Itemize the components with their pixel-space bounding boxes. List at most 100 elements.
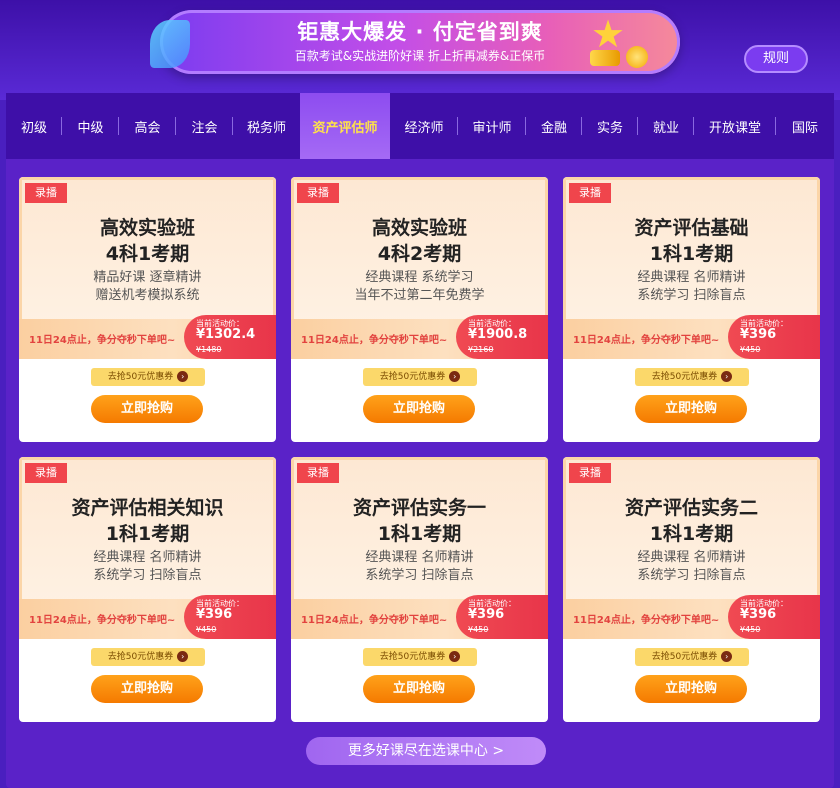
promo-banner[interactable]: 钜惠大爆发 · 付定省到爽 百款考试&实战进阶好课 折上折再减券&正保币 ★ bbox=[150, 10, 680, 74]
card-title-sub: 1科1考期 bbox=[377, 523, 462, 545]
old-price: ¥450 bbox=[196, 625, 217, 634]
card-desc: 系统学习 扫除盲点 bbox=[93, 568, 202, 583]
course-card[interactable]: 录播 高效实验班 4科2考期 经典课程 系统学习 当年不过第二年免费学 11日2… bbox=[291, 177, 548, 442]
course-card[interactable]: 录播 资产评估相关知识 1科1考期 经典课程 名师精讲 系统学习 扫除盲点 11… bbox=[19, 457, 276, 722]
price-badge: 当前活动价： ¥396 ¥450 bbox=[728, 315, 820, 359]
card-desc: 系统学习 扫除盲点 bbox=[637, 288, 746, 303]
tab-jiuye[interactable]: 就业 bbox=[638, 93, 694, 159]
tab-label: 审计师 bbox=[472, 120, 512, 136]
recorded-tag: 录播 bbox=[297, 183, 339, 203]
course-card[interactable]: 录播 资产评估基础 1科1考期 经典课程 名师精讲 系统学习 扫除盲点 11日2… bbox=[563, 177, 820, 442]
coin-stack-icon bbox=[590, 50, 620, 66]
coupon-button[interactable]: 去抢50元优惠券 › bbox=[635, 648, 749, 666]
buy-now-button[interactable]: 立即抢购 bbox=[363, 675, 475, 703]
price-value: ¥1900.8 bbox=[468, 327, 528, 342]
buy-now-button[interactable]: 立即抢购 bbox=[91, 395, 203, 423]
buy-now-button[interactable]: 立即抢购 bbox=[91, 675, 203, 703]
card-title: 高效实验班 bbox=[371, 217, 467, 239]
tab-label: 高会 bbox=[134, 120, 161, 136]
more-courses-button[interactable]: 更多好课尽在选课中心 > bbox=[306, 737, 546, 765]
recorded-tag: 录播 bbox=[25, 183, 67, 203]
buy-now-button[interactable]: 立即抢购 bbox=[363, 395, 475, 423]
coupon-button[interactable]: 去抢50元优惠券 › bbox=[91, 648, 205, 666]
rules-button[interactable]: 规则 bbox=[744, 45, 808, 73]
card-desc: 精品好课 逐章精讲 bbox=[93, 270, 202, 285]
price-value: ¥1302.4 bbox=[196, 327, 256, 342]
coupon-label: 去抢50元优惠券 bbox=[651, 372, 718, 382]
coupon-label: 去抢50元优惠券 bbox=[107, 372, 174, 382]
coupon-button[interactable]: 去抢50元优惠券 › bbox=[91, 368, 205, 386]
price-badge: 当前活动价： ¥396 ¥450 bbox=[456, 595, 548, 639]
coupon-button[interactable]: 去抢50元优惠券 › bbox=[635, 368, 749, 386]
price-value: ¥396 bbox=[468, 607, 505, 622]
arrow-right-icon: › bbox=[449, 651, 461, 662]
tab-kaifangketang[interactable]: 开放课堂 bbox=[694, 93, 776, 159]
tab-gaohui[interactable]: 高会 bbox=[119, 93, 176, 159]
buy-now-button[interactable]: 立即抢购 bbox=[635, 675, 747, 703]
promo-text: 11日24点止，争分夺秒下单吧~ bbox=[301, 335, 448, 346]
tab-zichanpinggushi[interactable]: 资产评估师 bbox=[300, 93, 390, 159]
coupon-button[interactable]: 去抢50元优惠券 › bbox=[363, 368, 477, 386]
promo-text: 11日24点止，争分夺秒下单吧~ bbox=[573, 615, 720, 626]
tab-shenjishi[interactable]: 审计师 bbox=[458, 93, 526, 159]
card-desc: 经典课程 系统学习 bbox=[365, 270, 474, 285]
card-title-sub: 4科1考期 bbox=[105, 243, 190, 265]
coupon-label: 去抢50元优惠券 bbox=[379, 372, 446, 382]
coupon-label: 去抢50元优惠券 bbox=[379, 652, 446, 662]
price-value: ¥396 bbox=[196, 607, 233, 622]
arrow-right-icon: › bbox=[721, 371, 733, 382]
tab-shuiwushi[interactable]: 税务师 bbox=[233, 93, 300, 159]
old-price: ¥450 bbox=[468, 625, 489, 634]
tab-label: 初级 bbox=[20, 120, 47, 136]
tab-shiwu[interactable]: 实务 bbox=[582, 93, 638, 159]
price-badge: 当前活动价： ¥396 ¥450 bbox=[184, 595, 276, 639]
price-badge: 当前活动价： ¥1900.8 ¥2160 bbox=[456, 315, 548, 359]
recorded-tag: 录播 bbox=[297, 463, 339, 483]
star-icon: ★ bbox=[590, 12, 626, 56]
tab-label: 实务 bbox=[596, 120, 623, 136]
tab-label: 就业 bbox=[652, 120, 679, 136]
recorded-tag: 录播 bbox=[25, 463, 67, 483]
tab-label: 注会 bbox=[191, 120, 218, 136]
coupon-label: 去抢50元优惠券 bbox=[651, 652, 718, 662]
recorded-tag: 录播 bbox=[569, 183, 611, 203]
tab-label: 经济师 bbox=[404, 120, 444, 136]
recorded-tag: 录播 bbox=[569, 463, 611, 483]
coupon-label: 去抢50元优惠券 bbox=[107, 652, 174, 662]
card-desc: 经典课程 名师精讲 bbox=[637, 550, 746, 565]
old-price: ¥450 bbox=[740, 345, 761, 354]
card-title: 资产评估实务一 bbox=[352, 497, 486, 519]
tab-jingjishi[interactable]: 经济师 bbox=[390, 93, 458, 159]
old-price: ¥2160 bbox=[468, 345, 494, 354]
card-desc: 赠送机考模拟系统 bbox=[95, 288, 200, 303]
card-title: 资产评估相关知识 bbox=[71, 497, 224, 519]
coupon-button[interactable]: 去抢50元优惠券 › bbox=[363, 648, 477, 666]
course-card[interactable]: 录播 高效实验班 4科1考期 精品好课 逐章精讲 赠送机考模拟系统 11日24点… bbox=[19, 177, 276, 442]
card-title-sub: 4科2考期 bbox=[377, 243, 462, 265]
course-card[interactable]: 录播 资产评估实务一 1科1考期 经典课程 名师精讲 系统学习 扫除盲点 11日… bbox=[291, 457, 548, 722]
buy-now-button[interactable]: 立即抢购 bbox=[635, 395, 747, 423]
arrow-right-icon: › bbox=[177, 371, 189, 382]
card-desc: 当年不过第二年免费学 bbox=[354, 288, 485, 303]
arrow-right-icon: › bbox=[449, 371, 461, 382]
card-desc: 经典课程 名师精讲 bbox=[637, 270, 746, 285]
tab-jinrong[interactable]: 金融 bbox=[526, 93, 582, 159]
tab-zhuhui[interactable]: 注会 bbox=[176, 93, 233, 159]
promo-text: 11日24点止，争分夺秒下单吧~ bbox=[29, 615, 176, 626]
card-title-sub: 1科1考期 bbox=[649, 243, 734, 265]
promo-text: 11日24点止，争分夺秒下单吧~ bbox=[573, 335, 720, 346]
card-title: 高效实验班 bbox=[99, 217, 195, 239]
promo-text: 11日24点止，争分夺秒下单吧~ bbox=[301, 615, 448, 626]
card-title-sub: 1科1考期 bbox=[649, 523, 734, 545]
arrow-right-icon: › bbox=[177, 651, 189, 662]
promo-text: 11日24点止，争分夺秒下单吧~ bbox=[29, 335, 176, 346]
old-price: ¥450 bbox=[740, 625, 761, 634]
tab-label: 中级 bbox=[77, 120, 104, 136]
tab-guoji[interactable]: 国际 bbox=[776, 93, 834, 159]
tab-chuji[interactable]: 初级 bbox=[6, 93, 62, 159]
tab-zhongji[interactable]: 中级 bbox=[62, 93, 119, 159]
card-desc: 经典课程 名师精讲 bbox=[365, 550, 474, 565]
course-card[interactable]: 录播 资产评估实务二 1科1考期 经典课程 名师精讲 系统学习 扫除盲点 11日… bbox=[563, 457, 820, 722]
card-desc: 系统学习 扫除盲点 bbox=[365, 568, 474, 583]
price-badge: 当前活动价： ¥1302.4 ¥1480 bbox=[184, 315, 276, 359]
